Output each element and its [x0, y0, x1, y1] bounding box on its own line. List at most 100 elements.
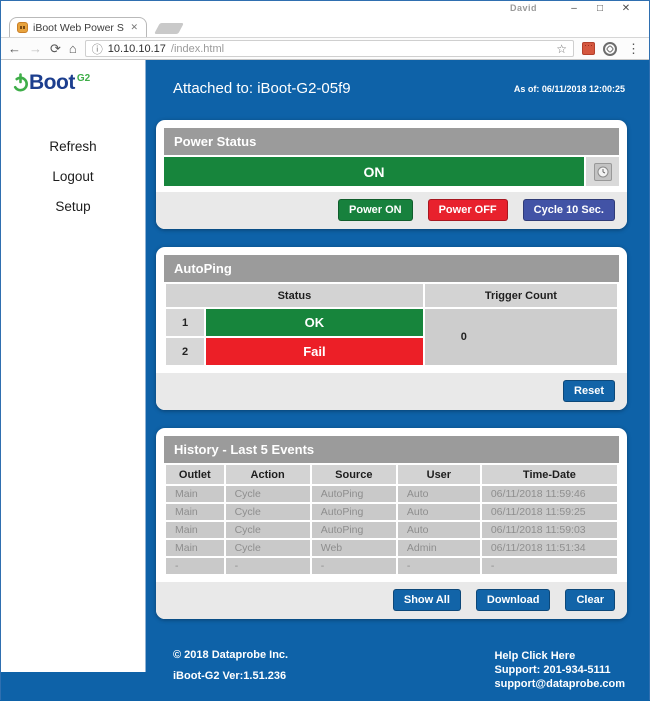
cell-action: Cycle	[226, 504, 310, 520]
show-all-button[interactable]: Show All	[393, 589, 461, 611]
autoping-col-status: Status	[166, 284, 423, 307]
cell-source: AutoPing	[312, 486, 396, 502]
footer-left: © 2018 Dataprobe Inc. iBoot-G2 Ver:1.51.…	[173, 649, 288, 691]
cell-timedate: 06/11/2018 11:59:25	[482, 504, 617, 520]
tab-close-icon[interactable]: ✕	[129, 22, 139, 33]
cell-timedate: 06/11/2018 11:51:34	[482, 540, 617, 556]
autoping-row-index: 2	[166, 338, 204, 365]
autoping-status-fail: Fail	[206, 338, 423, 365]
main-area: Attached to: iBoot-G2-05f9 As of: 06/11/…	[146, 60, 649, 701]
copyright-text: © 2018 Dataprobe Inc.	[173, 649, 288, 661]
table-row: Main Cycle AutoPing Auto 06/11/2018 11:5…	[166, 504, 617, 520]
close-icon[interactable]: ✕	[613, 2, 639, 15]
cycle-button[interactable]: Cycle 10 Sec.	[523, 199, 615, 221]
autoping-trigger-count: 0	[425, 309, 617, 365]
sidebar-nav: Refresh Logout Setup	[1, 139, 145, 214]
cell-outlet: Main	[166, 486, 224, 502]
power-timer-cell	[586, 157, 619, 186]
power-symbol-icon	[12, 73, 29, 93]
table-row: Main Cycle AutoPing Auto 06/11/2018 11:5…	[166, 486, 617, 502]
tab-bar: iBoot Web Power Switch ✕	[1, 15, 649, 37]
back-icon[interactable]: ←	[8, 42, 21, 55]
power-state-row: ON	[164, 157, 619, 186]
cell-source: Web	[312, 540, 396, 556]
cell-user: -	[398, 558, 480, 574]
cell-timedate: 06/11/2018 11:59:46	[482, 486, 617, 502]
cell-timedate: -	[482, 558, 617, 574]
power-state-indicator: ON	[164, 157, 584, 186]
cell-source: AutoPing	[312, 504, 396, 520]
cell-outlet: Main	[166, 504, 224, 520]
history-col-timedate: Time-Date	[482, 465, 617, 484]
tab-iboot[interactable]: iBoot Web Power Switch ✕	[9, 17, 147, 37]
history-panel: History - Last 5 Events Outlet Action So…	[156, 428, 627, 619]
sidebar-item-refresh[interactable]: Refresh	[1, 139, 145, 154]
autoping-col-trigger: Trigger Count	[425, 284, 617, 307]
autoping-status-ok: OK	[206, 309, 423, 336]
power-status-title: Power Status	[164, 128, 619, 155]
home-icon[interactable]: ⌂	[69, 42, 77, 55]
history-col-user: User	[398, 465, 480, 484]
window-titlebar: David – □ ✕	[1, 1, 649, 15]
as-of-timestamp: As of: 06/11/2018 12:00:25	[514, 84, 625, 94]
cell-timedate: 06/11/2018 11:59:03	[482, 522, 617, 538]
logo-text: Boot	[29, 73, 75, 93]
cell-user: Admin	[398, 540, 480, 556]
url-path: /index.html	[171, 43, 224, 55]
power-off-button[interactable]: Power OFF	[428, 199, 508, 221]
cell-source: AutoPing	[312, 522, 396, 538]
sidebar-item-setup[interactable]: Setup	[1, 199, 145, 214]
history-col-action: Action	[226, 465, 310, 484]
autoping-row-index: 1	[166, 309, 204, 336]
browser-toolbar: ← → ⟳ ⌂ ⓘ 10.10.10.17/index.html ☆ ⋮	[1, 37, 649, 60]
maximize-icon[interactable]: □	[587, 2, 613, 15]
bookmark-star-icon[interactable]: ☆	[556, 42, 567, 56]
power-on-button[interactable]: Power ON	[338, 199, 413, 221]
table-row: Main Cycle AutoPing Auto 06/11/2018 11:5…	[166, 522, 617, 538]
autoping-buttons-row: Reset	[156, 373, 627, 410]
clear-button[interactable]: Clear	[565, 589, 615, 611]
power-status-panel: Power Status ON Power ON Power OFF C	[156, 120, 627, 229]
autoping-table: Status Trigger Count 1 OK 0 2 Fail	[164, 282, 619, 367]
page-info-icon[interactable]: ⓘ	[92, 41, 103, 57]
help-link[interactable]: Help Click Here	[494, 649, 625, 663]
autoping-row-1: 1 OK 0	[166, 309, 617, 336]
cell-user: Auto	[398, 522, 480, 538]
cell-action: -	[226, 558, 310, 574]
outlet-favicon-icon	[17, 22, 28, 33]
table-row: Main Cycle Web Admin 06/11/2018 11:51:34	[166, 540, 617, 556]
browser-profile-name[interactable]: David	[510, 3, 537, 13]
page-header: Attached to: iBoot-G2-05f9 As of: 06/11/…	[173, 80, 625, 97]
reset-button[interactable]: Reset	[563, 380, 615, 402]
cell-action: Cycle	[226, 540, 310, 556]
history-col-source: Source	[312, 465, 396, 484]
cell-outlet: Main	[166, 522, 224, 538]
page-content: Boot G2 Refresh Logout Setup Attached to…	[1, 60, 649, 701]
sidebar-item-logout[interactable]: Logout	[1, 169, 145, 184]
url-host: 10.10.10.17	[108, 43, 166, 55]
cell-source: -	[312, 558, 396, 574]
autoping-title: AutoPing	[164, 255, 619, 282]
browser-menu-icon[interactable]: ⋮	[625, 41, 642, 57]
sidebar: Boot G2 Refresh Logout Setup	[1, 60, 146, 672]
cell-action: Cycle	[226, 486, 310, 502]
cell-outlet: -	[166, 558, 224, 574]
reload-icon[interactable]: ⟳	[50, 42, 61, 55]
download-button[interactable]: Download	[476, 589, 551, 611]
iboot-logo: Boot G2	[12, 73, 145, 93]
extension-red-icon[interactable]	[582, 42, 595, 55]
history-title: History - Last 5 Events	[164, 436, 619, 463]
new-tab-button[interactable]	[154, 23, 184, 34]
autoping-panel: AutoPing Status Trigger Count 1 OK 0 2 F…	[156, 247, 627, 410]
minimize-icon[interactable]: –	[561, 2, 587, 15]
cell-outlet: Main	[166, 540, 224, 556]
table-row: - - - - -	[166, 558, 617, 574]
extension-circle-icon[interactable]	[603, 42, 617, 56]
address-bar[interactable]: ⓘ 10.10.10.17/index.html ☆	[85, 40, 574, 57]
forward-icon[interactable]: →	[29, 42, 42, 55]
tab-title: iBoot Web Power Switch	[33, 22, 124, 34]
clock-icon	[594, 163, 612, 181]
firmware-version: iBoot-G2 Ver:1.51.236	[173, 670, 288, 682]
support-email-link[interactable]: support@dataprobe.com	[494, 677, 625, 691]
history-col-outlet: Outlet	[166, 465, 224, 484]
